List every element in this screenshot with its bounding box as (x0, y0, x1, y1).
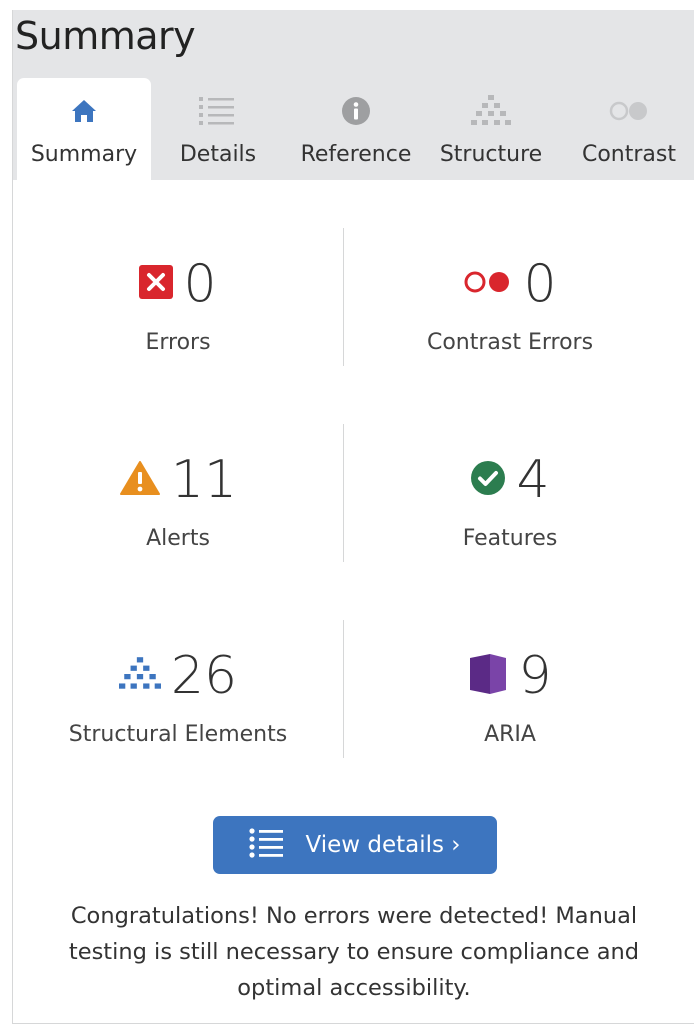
tab-label: Contrast (581, 142, 676, 167)
page-title: Summary (15, 14, 196, 58)
divider (343, 620, 344, 758)
structural-count: 26 (170, 646, 238, 706)
tab-structure[interactable]: Structure (427, 78, 555, 180)
view-details-label: View details › (305, 832, 461, 858)
home-icon (17, 94, 151, 128)
tab-label: Reference (300, 142, 412, 167)
stat-contrast-errors[interactable]: 0 Contrast Errors (345, 226, 675, 366)
contrast-icon (569, 94, 689, 128)
stat-errors[interactable]: 0 Errors (13, 226, 343, 366)
summary-panel: Summary Summary Details Reference Struct… (12, 10, 694, 1024)
feature-count: 4 (516, 450, 550, 510)
view-details-button[interactable]: View details › (213, 816, 497, 874)
stat-label: ARIA (484, 722, 536, 747)
contrast-error-icon (463, 270, 513, 298)
summary-content: 0 Errors 0 Contrast Errors 11 Alerts 4 F… (13, 180, 694, 1024)
divider (343, 424, 344, 562)
tab-bar: Summary Details Reference Structure Cont… (13, 78, 694, 180)
tab-label: Summary (30, 142, 138, 167)
stat-structural-elements[interactable]: 26 Structural Elements (13, 618, 343, 758)
stat-alerts[interactable]: 11 Alerts (13, 422, 343, 562)
error-count: 0 (183, 254, 217, 314)
stat-label: Features (462, 526, 558, 551)
alert-count: 11 (170, 450, 238, 510)
contrast-error-count: 0 (523, 254, 557, 314)
error-icon (139, 265, 174, 303)
stat-aria[interactable]: 9 ARIA (345, 618, 675, 758)
info-icon (291, 94, 421, 128)
aria-count: 9 (518, 646, 552, 706)
aria-icon (468, 652, 508, 700)
stat-features[interactable]: 4 Features (345, 422, 675, 562)
tab-details[interactable]: Details (159, 78, 277, 180)
tab-contrast[interactable]: Contrast (569, 78, 689, 180)
feature-check-icon (470, 460, 506, 500)
stat-label: Structural Elements (68, 722, 288, 747)
stat-label: Alerts (146, 526, 210, 551)
divider (343, 228, 344, 366)
structure-icon (118, 656, 161, 696)
stat-label: Errors (145, 330, 211, 355)
stat-label: Contrast Errors (426, 330, 594, 355)
tab-summary[interactable]: Summary (17, 78, 151, 180)
alert-icon (119, 460, 161, 500)
panel-header: Summary (13, 10, 694, 78)
tab-reference[interactable]: Reference (291, 78, 421, 180)
tab-label: Structure (439, 142, 543, 167)
structure-icon (427, 94, 555, 128)
list-icon (159, 94, 277, 128)
list-icon (249, 828, 284, 862)
tab-label: Details (179, 142, 257, 167)
congratulations-message: Congratulations! No errors were detected… (68, 903, 640, 1001)
